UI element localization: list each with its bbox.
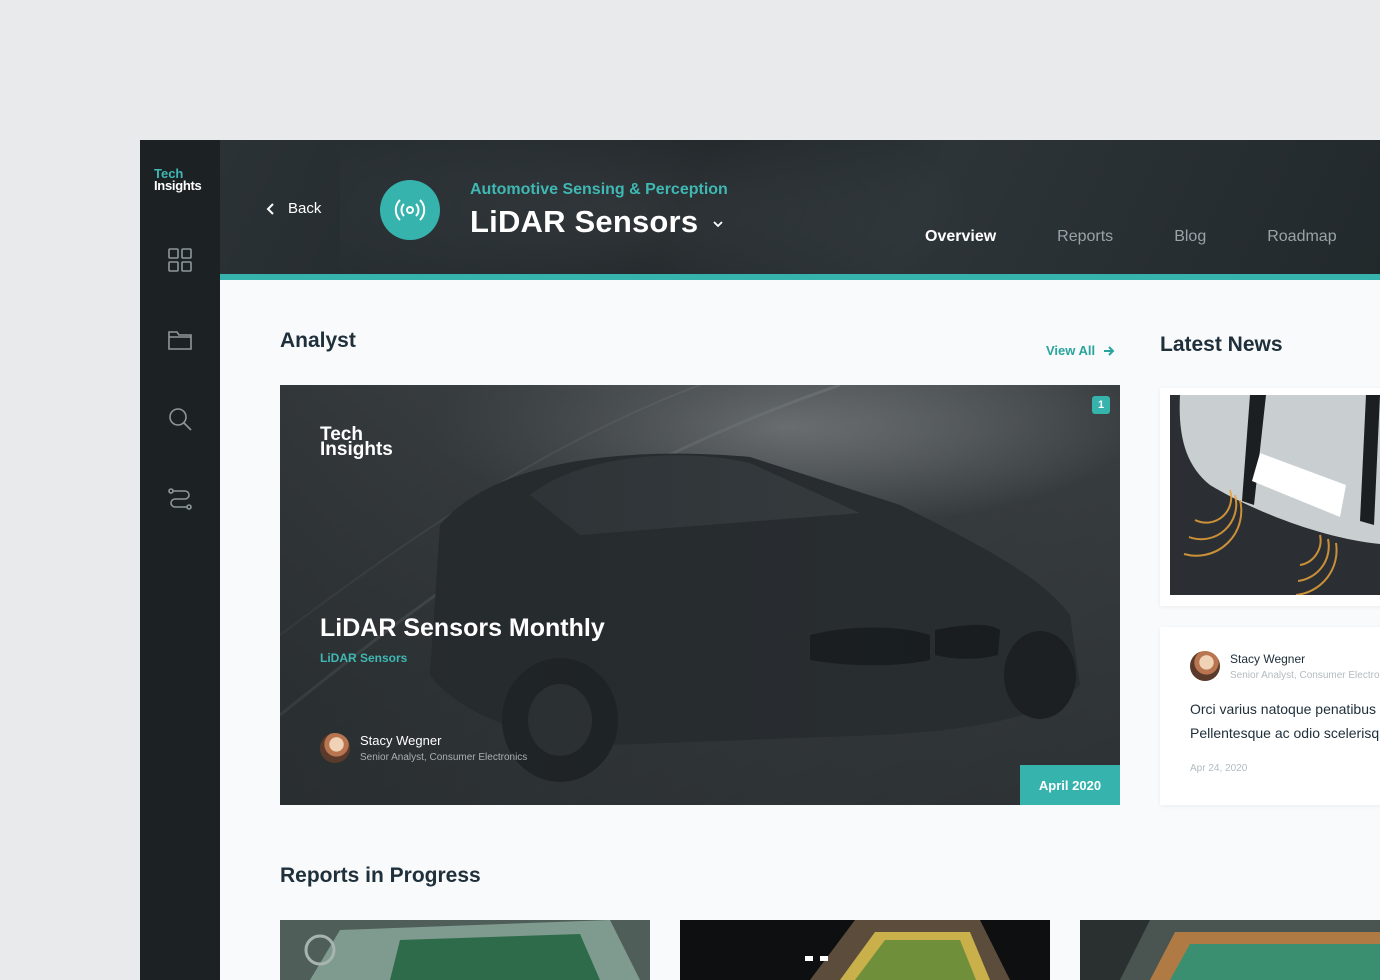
- logo[interactable]: Tech Insights: [154, 167, 202, 193]
- view-all-link[interactable]: View All: [1046, 343, 1115, 358]
- hero-author: Stacy Wegner Senior Analyst, Consumer El…: [320, 733, 527, 763]
- tab-blog[interactable]: Blog: [1174, 228, 1206, 246]
- hero-logo: Tech Insights: [320, 425, 393, 460]
- logo-line-2: Insights: [154, 178, 202, 193]
- tab-roadmap[interactable]: Roadmap: [1267, 228, 1336, 246]
- back-button[interactable]: Back: [264, 200, 321, 217]
- latest-news-title: Latest News: [1160, 333, 1283, 356]
- search-icon[interactable]: [166, 405, 194, 433]
- reports-in-progress-title: Reports in Progress: [280, 864, 481, 887]
- news-author: Stacy Wegner Senior Analyst, Consumer El…: [1190, 651, 1380, 681]
- news-post-card[interactable]: Stacy Wegner Senior Analyst, Consumer El…: [1160, 627, 1380, 805]
- avatar: [320, 733, 350, 763]
- route-icon[interactable]: [166, 485, 194, 513]
- report-card[interactable]: [1080, 920, 1380, 980]
- signal-broadcast-icon: [380, 180, 440, 240]
- view-all-label: View All: [1046, 343, 1096, 358]
- news-excerpt: Orci varius natoque penatibus Pellentesq…: [1190, 697, 1380, 745]
- folder-icon[interactable]: [166, 326, 194, 354]
- news-date: Apr 24, 2020: [1190, 763, 1248, 774]
- back-label: Back: [288, 200, 322, 217]
- news-excerpt-line-1: Orci varius natoque penatibus: [1190, 701, 1376, 717]
- grid-icon[interactable]: [166, 246, 194, 274]
- analyst-feature-card[interactable]: Tech Insights 1 LiDAR Sensors Monthly Li…: [280, 385, 1120, 805]
- author-name: Stacy Wegner: [1230, 651, 1306, 666]
- avatar: [1190, 651, 1220, 681]
- app-window: Tech Insights Back Automotive Sensing & …: [140, 140, 1380, 980]
- topic-selector[interactable]: LiDAR Sensors: [470, 204, 724, 240]
- news-excerpt-line-2: Pellentesque ac odio scelerisque: [1190, 725, 1380, 741]
- news-image: [1170, 395, 1380, 595]
- chevron-left-icon: [266, 202, 274, 215]
- analyst-section-title: Analyst: [280, 329, 356, 352]
- author-role: Senior Analyst, Consumer Electronics: [360, 752, 528, 763]
- hero-date-badge: April 2020: [1020, 765, 1120, 805]
- report-card[interactable]: [280, 920, 650, 980]
- sidebar: Tech Insights: [140, 140, 220, 980]
- report-card[interactable]: [680, 920, 1050, 980]
- news-image-card[interactable]: [1160, 388, 1380, 606]
- chevron-down-icon: [713, 221, 723, 228]
- hero-count-badge: 1: [1092, 396, 1110, 414]
- main-content: Analyst View All Tech Insights 1 LiDAR S…: [220, 280, 1380, 980]
- tab-reports[interactable]: Reports: [1057, 228, 1113, 246]
- tab-overview[interactable]: Overview: [925, 228, 996, 246]
- topic-category: Automotive Sensing & Perception: [470, 181, 728, 198]
- page-title: LiDAR Sensors: [470, 204, 699, 239]
- hero-tag[interactable]: LiDAR Sensors: [320, 651, 407, 665]
- topic-header: Back Automotive Sensing & Perception LiD…: [220, 140, 1380, 280]
- hero-logo-line-2: Insights: [320, 439, 393, 460]
- topic-tabs: Overview Reports Blog Roadmap: [925, 228, 1380, 246]
- author-role: Senior Analyst, Consumer Electronics: [1230, 669, 1380, 681]
- hero-title: LiDAR Sensors Monthly: [320, 614, 605, 642]
- arrow-right-icon: [1104, 345, 1115, 356]
- author-name: Stacy Wegner: [360, 733, 442, 748]
